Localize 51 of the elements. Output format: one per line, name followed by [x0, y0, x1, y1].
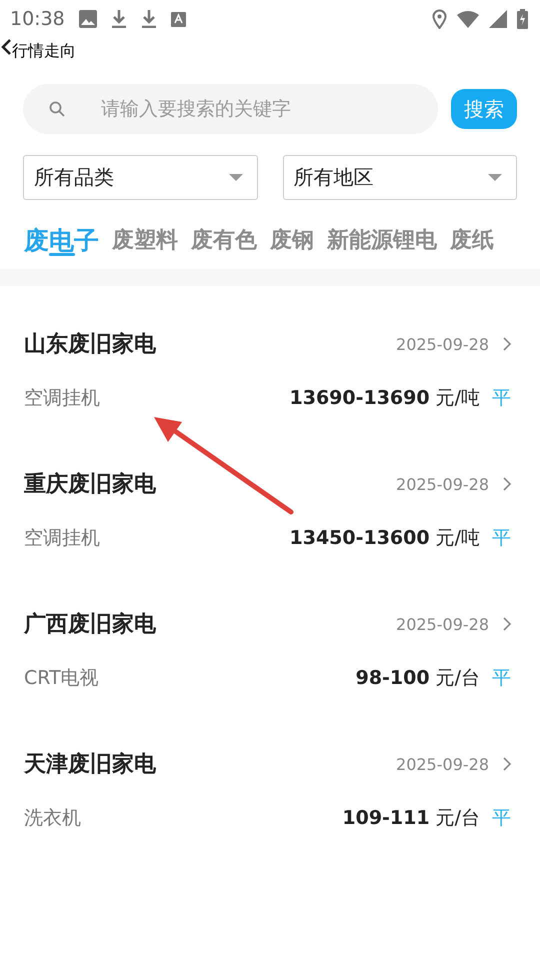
chevron-right-icon [503, 337, 511, 351]
category-tab[interactable]: 废电子 [24, 220, 99, 260]
download-icon [140, 10, 157, 28]
market-title: 天津废旧家电 [24, 750, 157, 779]
battery-icon [517, 9, 528, 29]
page-title: 行情走向 [12, 41, 76, 60]
market-title: 山东废旧家电 [24, 330, 157, 359]
status-time: 10:38 [10, 8, 65, 30]
trend-label: 平 [492, 386, 511, 411]
category-tab[interactable]: 废钢 [270, 220, 314, 260]
filter-dropdown[interactable]: 所有地区 [282, 155, 517, 200]
signal-icon [489, 10, 507, 28]
download-icon [110, 10, 127, 28]
price-unit: 元/吨 [436, 526, 480, 551]
trend-label: 平 [492, 666, 511, 691]
chevron-right-icon [503, 757, 511, 771]
price-range: 13690-13690 [290, 387, 430, 409]
price-range: 13450-13600 [290, 527, 430, 549]
image-icon [78, 10, 97, 28]
market-title: 广西废旧家电 [24, 610, 157, 639]
chevron-right-icon [503, 617, 511, 631]
market-title: 重庆废旧家电 [24, 470, 157, 499]
search-icon [49, 101, 65, 117]
search-button[interactable]: 搜索 [451, 89, 517, 129]
back-icon[interactable] [0, 38, 12, 56]
date-label: 2025-09-28 [396, 474, 489, 494]
date-label: 2025-09-28 [396, 614, 489, 634]
location-icon [432, 9, 447, 29]
product-name: CRT电视 [24, 666, 100, 691]
trend-label: 平 [492, 806, 511, 831]
product-name: 洗衣机 [24, 806, 82, 831]
price-unit: 元/吨 [436, 386, 480, 411]
price-unit: 元/台 [436, 806, 480, 831]
price-range: 98-100 [356, 667, 430, 689]
dropdown-caret-icon [228, 174, 242, 181]
category-tab[interactable]: 废有色 [191, 220, 257, 260]
dropdown-caret-icon [488, 174, 502, 181]
category-tab[interactable]: 废纸 [450, 220, 494, 260]
wifi-icon [457, 10, 479, 28]
product-name: 空调挂机 [24, 526, 101, 551]
filter-dropdown[interactable]: 所有品类 [23, 155, 258, 200]
trend-label: 平 [492, 526, 511, 551]
date-label: 2025-09-28 [396, 754, 489, 774]
category-tab[interactable]: 新能源锂电 [327, 220, 437, 260]
price-unit: 元/台 [436, 666, 480, 691]
category-tab[interactable]: 废塑料 [112, 220, 178, 260]
price-range: 109-111 [342, 807, 430, 829]
date-label: 2025-09-28 [396, 334, 489, 354]
product-name: 空调挂机 [24, 386, 101, 411]
search-field[interactable]: 请输入要搜索的关键字 [23, 84, 438, 134]
chevron-right-icon [503, 477, 511, 491]
